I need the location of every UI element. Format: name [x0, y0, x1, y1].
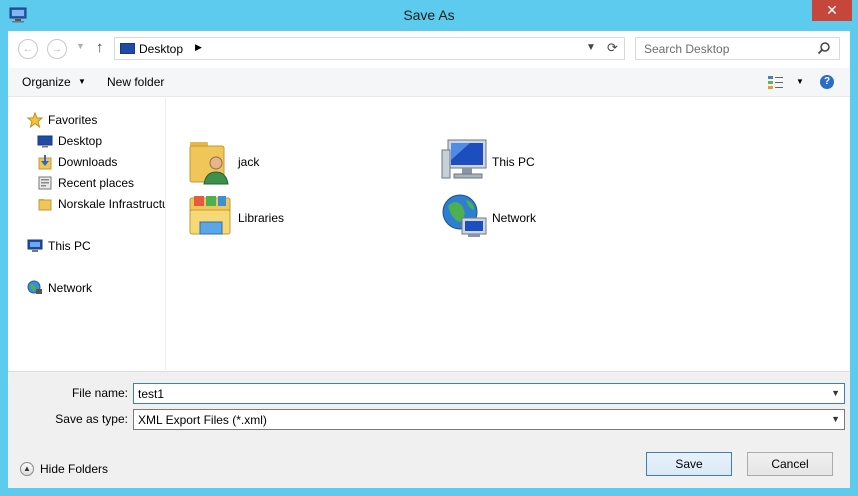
sidebar-item-label: Norskale Infrastructu — [58, 197, 166, 211]
save-as-type-select[interactable]: XML Export Files (*.xml) ▼ — [133, 409, 845, 430]
back-button[interactable]: ← — [18, 39, 38, 59]
network-globe-icon — [442, 194, 487, 237]
file-name-label: File name: — [71, 386, 128, 400]
address-row: ← → ▼ ↑ Desktop ▶ ▼ ⟳ Search Desktop — [8, 31, 850, 66]
cancel-button[interactable]: Cancel — [747, 452, 833, 476]
breadcrumb-chevron-icon[interactable]: ▶ — [195, 42, 202, 53]
desktop-icon — [120, 43, 135, 54]
computer-icon — [27, 239, 43, 252]
chevron-up-icon: ▲ — [20, 462, 34, 476]
save-button[interactable]: Save — [646, 452, 732, 476]
help-icon[interactable]: ? — [820, 75, 834, 89]
folder-item-this-pc[interactable]: This PC — [440, 136, 560, 186]
computer-icon — [441, 139, 487, 179]
sidebar-item-label: Desktop — [58, 134, 103, 148]
new-folder-button[interactable]: New folder — [107, 75, 164, 89]
folder-item-network[interactable]: Network — [440, 192, 560, 242]
address-path[interactable]: Desktop — [139, 42, 183, 56]
close-button[interactable]: ✕ — [812, 0, 852, 21]
folder-item-label: This PC — [492, 155, 535, 169]
sidebar-item-label: Network — [48, 281, 93, 295]
sidebar-item-this-pc[interactable]: This PC — [27, 237, 157, 255]
libraries-icon — [189, 196, 231, 235]
save-as-dialog: Save As ✕ ← → ▼ ↑ Desktop ▶ ▼ ⟳ Search D… — [0, 0, 858, 496]
save-as-type-label: Save as type: — [55, 412, 128, 426]
star-icon — [27, 112, 43, 128]
change-view-icon[interactable] — [768, 75, 784, 89]
sidebar-item-network[interactable]: Network — [27, 279, 157, 297]
downloads-icon — [38, 155, 52, 170]
folder-item-libraries[interactable]: Libraries — [186, 192, 306, 242]
organize-dropdown-icon[interactable]: ▼ — [78, 77, 86, 86]
sidebar-item-downloads[interactable]: Downloads — [37, 153, 165, 171]
title-bar[interactable]: Save As ✕ — [0, 0, 858, 31]
address-bar[interactable]: Desktop ▶ ▼ ⟳ — [114, 37, 625, 60]
chevron-down-icon[interactable]: ▼ — [831, 414, 840, 424]
nav-favorites-label: Favorites — [48, 113, 98, 127]
window-title: Save As — [403, 7, 455, 23]
address-dropdown-icon[interactable]: ▼ — [586, 42, 596, 53]
file-list-pane: jack This PC Libraries Network — [167, 98, 850, 370]
chevron-down-icon[interactable]: ▼ — [831, 388, 840, 398]
view-dropdown-icon[interactable]: ▼ — [796, 77, 804, 86]
search-input[interactable]: Search Desktop — [635, 37, 840, 60]
command-toolbar: Organize ▼ New folder ▼ ? — [8, 68, 850, 97]
forward-button[interactable]: → — [47, 39, 67, 59]
file-name-field[interactable]: test1 ▼ — [133, 383, 845, 404]
sidebar-item-label: Downloads — [58, 155, 118, 169]
recent-places-icon — [38, 176, 52, 190]
save-options-panel: File name: test1 ▼ Save as type: XML Exp… — [8, 371, 850, 488]
network-icon — [27, 280, 42, 294]
hide-folders-label: Hide Folders — [40, 462, 109, 476]
sidebar-item-label: This PC — [48, 239, 91, 253]
folder-item-label: jack — [238, 155, 260, 169]
folder-item-label: Network — [492, 211, 537, 225]
folder-icon — [38, 199, 52, 211]
up-button[interactable]: ↑ — [96, 39, 104, 56]
file-name-value[interactable]: test1 — [138, 387, 164, 401]
search-icon[interactable] — [817, 41, 831, 55]
user-folder-icon — [189, 142, 229, 185]
nav-favorites[interactable]: Favorites — [27, 111, 157, 129]
organize-button[interactable]: Organize — [22, 75, 71, 89]
sidebar-item-norskale-infrastructure[interactable]: Norskale Infrastructu — [37, 195, 166, 213]
navigation-pane: Favorites Desktop Downloads Recent place… — [8, 98, 166, 370]
folder-item-label: Libraries — [238, 211, 285, 225]
desktop-icon — [37, 135, 53, 148]
sidebar-item-desktop[interactable]: Desktop — [37, 132, 165, 150]
refresh-button[interactable]: ⟳ — [607, 40, 618, 56]
sidebar-item-label: Recent places — [58, 176, 135, 190]
sidebar-item-recent-places[interactable]: Recent places — [37, 174, 165, 192]
folder-item-jack[interactable]: jack — [186, 136, 306, 186]
save-as-type-value: XML Export Files (*.xml) — [138, 413, 267, 427]
recent-locations-dropdown[interactable]: ▼ — [76, 41, 85, 51]
dialog-client: ← → ▼ ↑ Desktop ▶ ▼ ⟳ Search Desktop Org… — [8, 31, 850, 488]
search-placeholder: Search Desktop — [644, 42, 730, 56]
